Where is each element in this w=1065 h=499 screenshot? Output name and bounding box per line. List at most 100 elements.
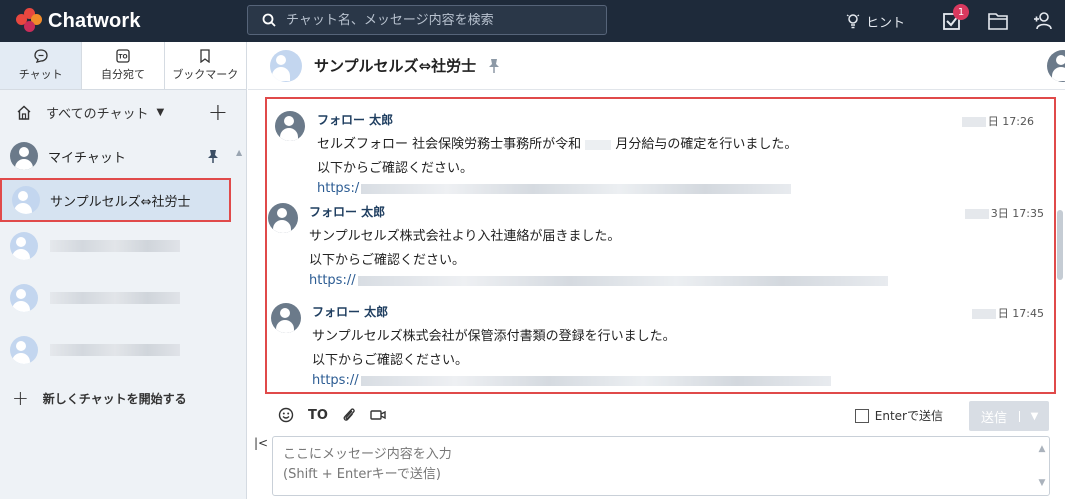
sender-avatar [268,203,298,233]
redacted-chat-name [50,292,180,304]
chat-filter-label: すべてのチャット [46,106,149,122]
group-avatar [10,232,38,260]
video-call-icon[interactable] [370,408,386,422]
sidebar-scrollbar[interactable]: ▲ [236,140,244,159]
add-contact-icon [1034,12,1052,30]
group-avatar [12,186,40,214]
message-timeline: フォロー 太郎 セルズフォロー 社会保険労務士事務所が令和 月分給与の確定を行い… [265,97,1056,394]
home-icon [17,105,31,120]
tab-chat[interactable]: チャット [0,42,83,89]
redacted-text [585,139,612,150]
sidebar-item-label: マイチャット [48,150,126,166]
input-scrollbar[interactable]: ▲ ▼ [1037,439,1047,493]
room-title: サンプルセルズ⇔社労士 [314,57,477,75]
room-info-avatar[interactable] [1047,50,1065,82]
sidebar: チャット TO 自分宛て ブックマーク すべてのチャット ▼ + マイチャット [0,42,247,499]
chatwork-logo-icon [16,8,44,34]
input-placeholder-line1: ここにメッセージ内容を入力 [283,447,452,462]
tab-bookmark-label: ブックマーク [172,68,239,81]
message: フォロー 太郎 セルズフォロー 社会保険労務士事務所が令和 月分給与の確定を行い… [317,111,797,196]
task-button[interactable]: 1 [929,0,975,42]
to-icon: TO [116,49,130,63]
send-label: 送信 [980,410,1007,426]
send-options-dropdown[interactable]: ▼ [1019,410,1049,422]
sidebar-item-chat[interactable] [0,224,246,268]
app-name: Chatwork [48,9,141,32]
tab-to-me[interactable]: TO 自分宛て [82,42,165,89]
send-button[interactable]: 送信 ▼ [969,401,1049,431]
search-bar[interactable] [247,5,607,35]
folder-icon [988,13,1008,30]
lightbulb-icon [846,14,860,29]
pin-icon[interactable] [488,58,500,74]
hint-button[interactable]: ヒント [846,12,905,31]
new-chat-button[interactable]: + 新しくチャットを開始する [0,376,246,420]
svg-text:TO: TO [118,54,127,61]
attachment-icon[interactable] [342,407,356,423]
sender-avatar [275,111,305,141]
sidebar-item-my-chat[interactable]: マイチャット [0,134,246,178]
sender-name[interactable]: フォロー 太郎 [312,303,831,320]
sender-name[interactable]: フォロー 太郎 [317,111,797,128]
message: フォロー 太郎 サンプルセルズ株式会社が保管添付書類の登録を行いました。 以下か… [312,303,831,388]
chat-filter[interactable]: すべてのチャット ▼ + [0,90,246,134]
contacts-button[interactable] [1021,0,1065,42]
search-input[interactable] [286,12,606,28]
to-button[interactable]: TO [308,408,328,423]
message-link[interactable]: https:// [309,273,888,288]
chat-bubble-icon [34,49,48,63]
sender-name[interactable]: フォロー 太郎 [309,203,888,220]
message-text: セルズフォロー 社会保険労務士事務所が令和 月分給与の確定を行いました。 [317,137,798,152]
message-text: サンプルセルズ株式会社より入社連絡が届きました。 [309,229,621,244]
message-link[interactable]: https:/ [317,181,797,196]
enter-to-send-toggle[interactable]: Enterで送信 [854,407,943,424]
top-bar: Chatwork ヒント 1 [0,0,1065,42]
pin-icon [208,150,218,163]
message-text: 以下からご確認ください。 [317,161,474,176]
tab-chat-label: チャット [18,68,63,81]
sender-avatar [271,303,301,333]
hint-label: ヒント [865,15,905,31]
room-header: サンプルセルズ⇔社労士 [248,42,1065,90]
chatwork-logo[interactable]: Chatwork [16,8,141,34]
emoji-icon[interactable] [278,407,294,423]
message-text: 以下からご確認ください。 [309,253,466,268]
plus-icon: + [12,386,29,410]
tab-to-me-label: 自分宛て [100,68,145,81]
scroll-up-icon: ▲ [236,148,243,157]
bookmark-icon [200,49,210,63]
message-timestamp: 3日 17:35 [964,205,1044,221]
message-input[interactable]: ここにメッセージ内容を入力 (Shift + Enterキーで送信) ▲ ▼ [272,436,1050,496]
message-text: サンプルセルズ株式会社が保管添付書類の登録を行いました。 [312,329,676,344]
enter-to-send-checkbox[interactable] [854,408,869,423]
redacted-chat-name [50,344,180,356]
files-button[interactable] [975,0,1021,42]
enter-to-send-label: Enterで送信 [874,409,943,423]
tab-bookmark[interactable]: ブックマーク [164,42,246,89]
room-avatar [270,49,302,82]
message-link[interactable]: https:// [312,373,831,388]
input-placeholder-line2: (Shift + Enterキーで送信) [283,467,441,482]
sidebar-tabs: チャット TO 自分宛て ブックマーク [0,42,246,90]
message-text: 以下からご確認ください。 [312,353,469,368]
sidebar-item-chat[interactable] [0,328,246,372]
composer-toolbar: TO Enterで送信 送信 ▼ [248,400,1065,431]
task-count-badge: 1 [953,4,969,20]
sidebar-item-sample-cells[interactable]: サンプルセルズ⇔社労士 [0,178,231,222]
group-avatar [10,336,38,364]
group-avatar [10,284,38,312]
search-icon [262,13,276,27]
sidebar-item-label: サンプルセルズ⇔社労士 [50,194,191,210]
redacted-chat-name [50,240,180,252]
message-timestamp: 日 17:26 [961,113,1034,129]
sidebar-item-chat[interactable] [0,276,246,320]
new-chat-label: 新しくチャットを開始する [42,391,187,406]
chat-room: サンプルセルズ⇔社労士 フォロー 太郎 セルズフォロー 社会保険労務士事務所が令… [248,42,1065,499]
caret-down-icon: ▼ [156,106,165,118]
message-timestamp: 日 17:45 [971,305,1044,321]
add-chat-plus-button[interactable]: + [208,98,228,126]
collapse-icon[interactable]: |< [254,436,268,450]
my-chat-avatar [10,142,38,170]
timeline-scrollbar[interactable] [1055,90,1065,390]
message: フォロー 太郎 サンプルセルズ株式会社より入社連絡が届きました。 以下からご確認… [309,203,888,288]
